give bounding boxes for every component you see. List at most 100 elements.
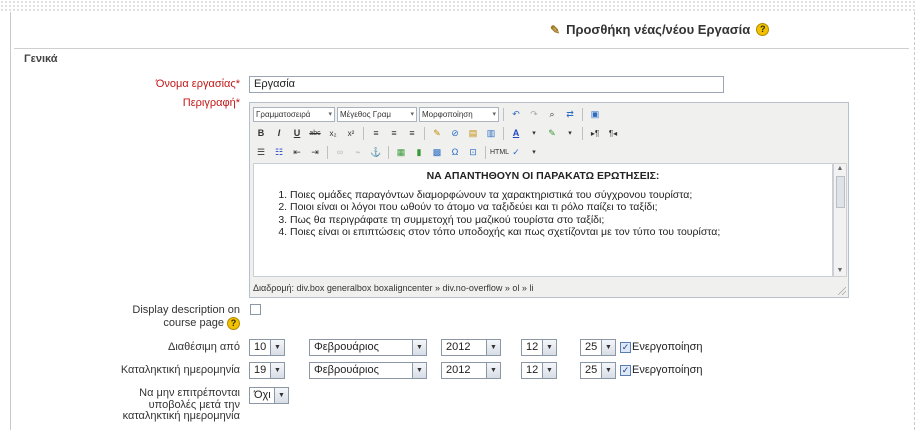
display-description-label-line1: Display description on: [132, 304, 240, 316]
due-date-year-select[interactable]: 2012 ▼: [441, 362, 501, 379]
description-label: Περιγραφή*: [40, 97, 240, 109]
chevron-down-icon: ▼: [274, 388, 288, 403]
prevent-late-select[interactable]: Όχι ▼: [249, 387, 289, 404]
available-from-year-select[interactable]: 2012 ▼: [441, 339, 501, 356]
rtl-icon[interactable]: ¶◂: [605, 126, 621, 141]
redo-icon[interactable]: ↷: [526, 107, 542, 122]
prevent-late-label: Να μην επιτρέπονται υποβολές μετά την κα…: [40, 387, 240, 423]
top-dotted-border: [0, 0, 915, 12]
available-from-hour-value: 12: [526, 341, 539, 353]
chevron-down-icon[interactable]: ▾: [526, 126, 542, 141]
due-date-day-select[interactable]: 19 ▼: [249, 362, 285, 379]
available-from-label: Διαθέσιμη από: [168, 341, 240, 353]
due-date-enable-checkbox[interactable]: ✓ Ενεργοποίηση: [620, 364, 702, 376]
insert-media-icon[interactable]: ▮: [411, 145, 427, 160]
due-date-enable-label: Ενεργοποίηση: [632, 364, 703, 376]
chevron-down-icon: ▼: [270, 340, 284, 355]
bold-icon[interactable]: B: [253, 126, 269, 141]
insert-image-icon[interactable]: ▦: [393, 145, 409, 160]
chevron-down-icon: ▼: [601, 340, 615, 355]
help-icon[interactable]: ?: [227, 317, 240, 330]
resize-handle-icon[interactable]: [838, 287, 846, 295]
rich-text-editor: Γραμματοσειρά ▾ Μέγεθος Γραμ ▾ Μορφοποίηση…: [249, 102, 849, 298]
editor-content-area[interactable]: ΝΑ ΑΠΑΝΤΗΘΟΥΝ ΟΙ ΠΑΡΑΚΑΤΩ ΕΡΩΤΗΣΕΙΣ: Ποι…: [253, 163, 833, 277]
toolbar-separator: [485, 145, 486, 159]
due-date-label: Καταληκτική ημερομηνία: [120, 364, 240, 376]
unordered-list-icon[interactable]: ☰: [253, 145, 269, 160]
font-size-select[interactable]: Μέγεθος Γραμ ▾: [337, 106, 417, 122]
editor-toolbar-row-1: Γραμματοσειρά ▾ Μέγεθος Γραμ ▾ Μορφοποίηση…: [253, 105, 603, 123]
subscript-icon[interactable]: x₂: [325, 126, 341, 141]
help-icon[interactable]: ?: [756, 23, 770, 36]
text-color-icon[interactable]: A: [508, 126, 524, 141]
chevron-down-icon[interactable]: ▾: [562, 126, 578, 141]
available-from-hour-select[interactable]: 12 ▼: [521, 339, 557, 356]
align-center-icon[interactable]: ≡: [386, 126, 402, 141]
strikethrough-icon[interactable]: abc: [307, 126, 323, 141]
available-from-minute-select[interactable]: 25 ▼: [580, 339, 616, 356]
nolink-icon[interactable]: ⊡: [465, 145, 481, 160]
cleanup-icon[interactable]: ✎: [429, 126, 445, 141]
ordered-list-icon[interactable]: ☷: [271, 145, 287, 160]
unlink-icon[interactable]: ⌁: [350, 145, 366, 160]
html-source-icon[interactable]: HTML: [490, 145, 509, 160]
editor-toolbar-row-3: ☰ ☷ ⇤ ⇥ ∞ ⌁ ⚓ ▦ ▮ ▩ Ω ⊡ HTML ✓ ▾: [253, 143, 542, 161]
spellcheck-icon[interactable]: ✓: [508, 145, 524, 160]
scrollbar-thumb[interactable]: [836, 176, 845, 208]
prevent-late-value: Όχι: [254, 389, 271, 401]
chevron-down-icon: ▼: [486, 363, 500, 378]
font-family-select-value: Γραμματοσειρά: [256, 109, 311, 119]
replace-icon[interactable]: ⇄: [562, 107, 578, 122]
scroll-down-icon[interactable]: ▼: [834, 266, 846, 276]
available-from-month-select[interactable]: Φεβρουάριος ▼: [309, 339, 427, 356]
superscript-icon[interactable]: x²: [343, 126, 359, 141]
due-date-month-select[interactable]: Φεβρουάριος ▼: [309, 362, 427, 379]
chevron-down-icon: ▼: [601, 363, 615, 378]
find-icon[interactable]: ⌕: [544, 107, 560, 122]
editor-scrollbar[interactable]: ▲ ▼: [833, 163, 847, 277]
format-select[interactable]: Μορφοποίηση ▾: [419, 106, 499, 122]
ltr-icon[interactable]: ▸¶: [587, 126, 603, 141]
available-from-month-value: Φεβρουάριος: [314, 341, 379, 353]
italic-icon[interactable]: I: [271, 126, 287, 141]
indent-icon[interactable]: ⇥: [307, 145, 323, 160]
paste-text-icon[interactable]: ▤: [465, 126, 481, 141]
undo-icon[interactable]: ↶: [508, 107, 524, 122]
required-mark: *: [235, 78, 240, 90]
align-left-icon[interactable]: ≡: [368, 126, 384, 141]
chevron-down-icon: ▾: [328, 110, 332, 118]
toolbar-separator: [503, 126, 504, 140]
special-char-icon[interactable]: Ω: [447, 145, 463, 160]
underline-icon[interactable]: U: [289, 126, 305, 141]
display-description-checkbox[interactable]: [250, 304, 261, 315]
anchor-icon[interactable]: ⚓: [368, 145, 384, 160]
toolbar-separator: [582, 126, 583, 140]
chevron-down-icon: ▼: [486, 340, 500, 355]
available-from-day-select[interactable]: 10 ▼: [249, 339, 285, 356]
editor-toolbar-row-2: B I U abc x₂ x² ≡ ≡ ≡ ✎ ⊘ ▤ ▥ A ▾ ✎ ▾ ▸¶…: [253, 124, 621, 142]
font-family-select[interactable]: Γραμματοσειρά ▾: [253, 106, 335, 122]
background-color-icon[interactable]: ✎: [544, 126, 560, 141]
available-from-enable-checkbox[interactable]: ✓ Ενεργοποίηση: [620, 341, 702, 353]
available-from-year-value: 2012: [446, 341, 471, 353]
chevron-down-icon[interactable]: ▾: [526, 145, 542, 160]
chevron-down-icon: ▾: [492, 110, 496, 118]
paste-word-icon[interactable]: ▥: [483, 126, 499, 141]
fullscreen-icon[interactable]: ▣: [587, 107, 603, 122]
section-divider: [14, 48, 909, 49]
insert-table-icon[interactable]: ▩: [429, 145, 445, 160]
insert-link-icon[interactable]: ⊘: [447, 126, 463, 141]
available-from-day-value: 10: [254, 341, 267, 353]
link-icon[interactable]: ∞: [332, 145, 348, 160]
required-mark: *: [235, 97, 240, 109]
scroll-up-icon[interactable]: ▲: [834, 164, 846, 174]
due-date-minute-select[interactable]: 25 ▼: [580, 362, 616, 379]
due-date-day-value: 19: [254, 364, 267, 376]
due-date-hour-select[interactable]: 12 ▼: [521, 362, 557, 379]
available-from-minute-value: 25: [585, 341, 598, 353]
checkmark-icon: ✓: [620, 341, 631, 353]
align-right-icon[interactable]: ≡: [404, 126, 420, 141]
assignment-name-input[interactable]: Εργασία: [249, 76, 724, 93]
toolbar-separator: [388, 145, 389, 159]
outdent-icon[interactable]: ⇤: [289, 145, 305, 160]
